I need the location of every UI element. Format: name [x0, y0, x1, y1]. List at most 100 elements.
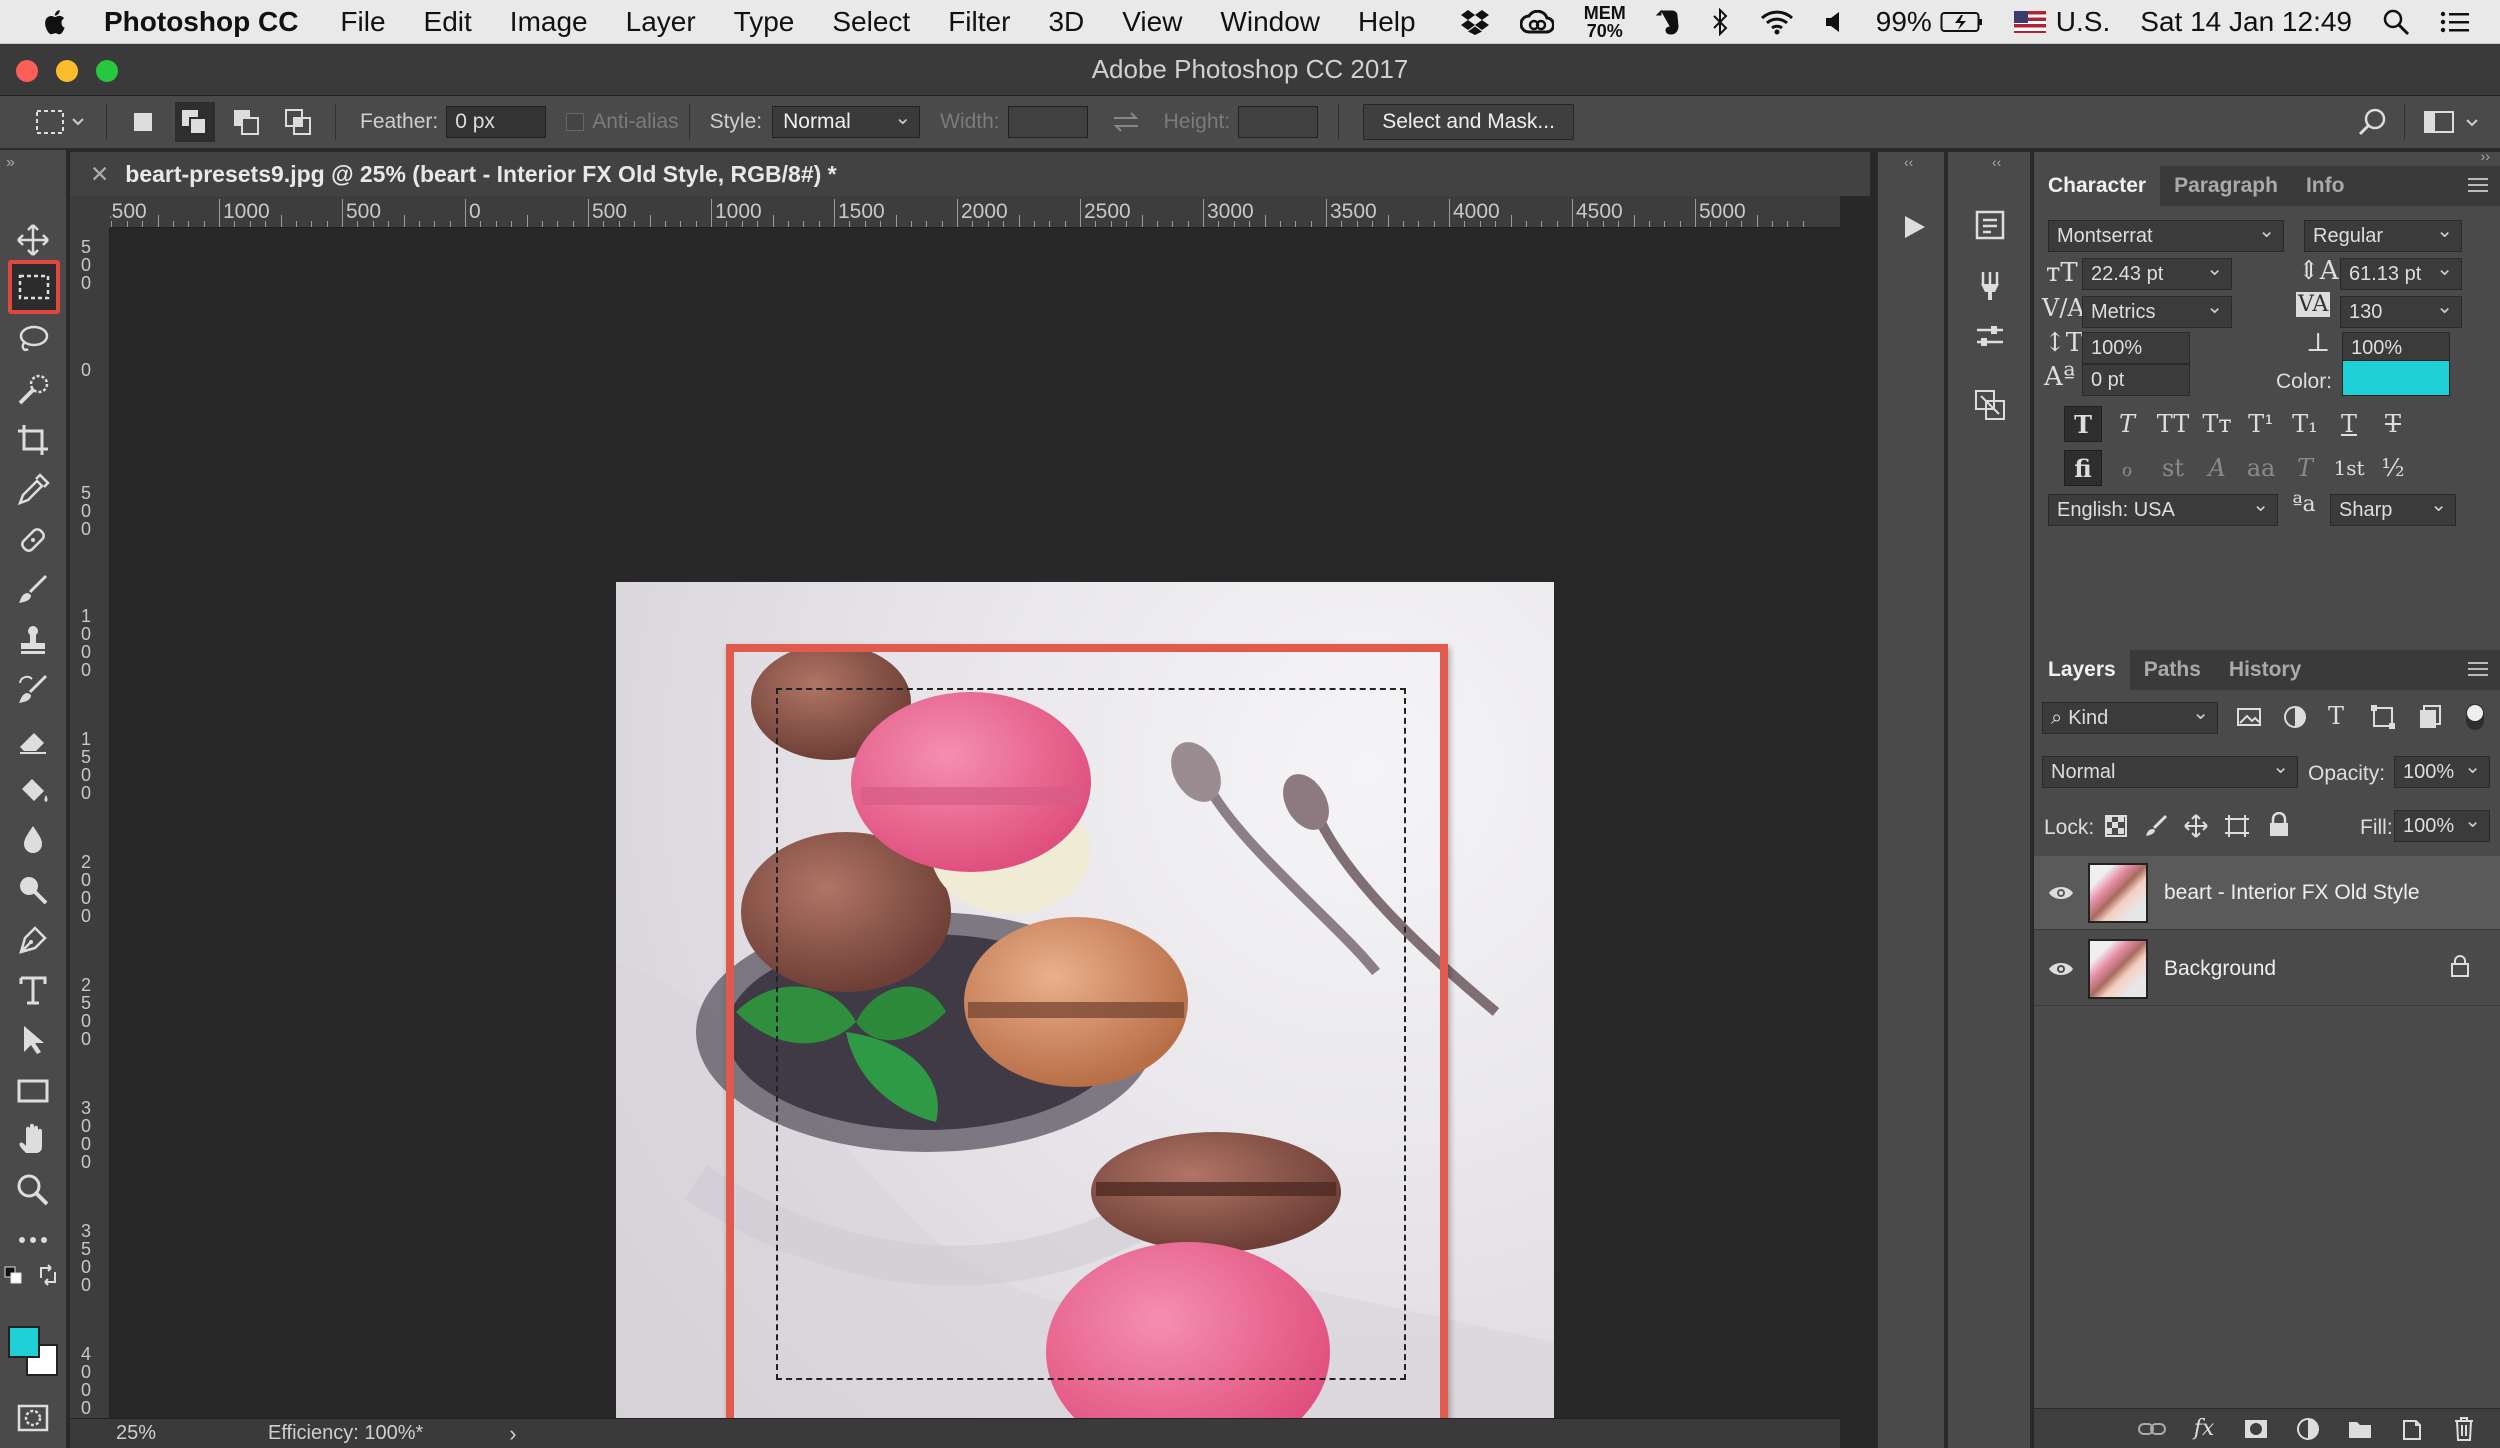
menu-image[interactable]: Image [510, 6, 588, 38]
menu-help[interactable]: Help [1358, 6, 1416, 38]
underline-button[interactable]: T [2330, 406, 2368, 442]
swap-colors-icon[interactable] [36, 1264, 60, 1286]
tab-info[interactable]: Info [2292, 166, 2358, 206]
fill-input[interactable]: 100% [2394, 808, 2490, 842]
hand-tool-icon[interactable] [10, 1118, 56, 1162]
lock-position-icon[interactable] [2184, 814, 2208, 843]
memory-monitor[interactable]: MEM 70% [1584, 4, 1626, 40]
fractions-button[interactable]: ½ [2374, 450, 2412, 486]
evernote-icon[interactable] [1655, 8, 1682, 36]
rectangular-marquee-tool-icon[interactable] [8, 260, 60, 314]
anti-alias-method-dropdown[interactable]: Sharp [2330, 492, 2456, 526]
tab-paragraph[interactable]: Paragraph [2160, 166, 2292, 206]
libraries-icon[interactable] [1960, 200, 2020, 250]
strikethrough-button[interactable]: T [2374, 406, 2412, 442]
layer-row[interactable]: beart - Interior FX Old Style [2034, 856, 2500, 930]
layer-name[interactable]: Background [2164, 957, 2276, 981]
creative-cloud-icon[interactable] [1519, 10, 1554, 34]
dropbox-icon[interactable] [1460, 9, 1490, 35]
feather-input[interactable]: 0 px [446, 106, 547, 138]
filter-shape-icon[interactable] [2370, 704, 2396, 735]
filter-pixel-icon[interactable] [2236, 704, 2262, 735]
horizontal-ruler[interactable]: 1500100050005001000150020002500300035004… [110, 196, 1840, 228]
lasso-tool-icon[interactable] [10, 318, 56, 362]
history-brush-tool-icon[interactable] [10, 668, 56, 712]
eraser-tool-icon[interactable] [10, 718, 56, 762]
canvas-area[interactable] [110, 228, 1840, 1448]
height-input[interactable] [1238, 106, 1319, 138]
baseline-shift-input[interactable]: 0 pt [2082, 364, 2190, 396]
menu-filter[interactable]: Filter [948, 6, 1010, 38]
move-tool-icon[interactable] [10, 218, 56, 262]
opacity-input[interactable]: 100% [2394, 754, 2490, 788]
font-style-dropdown[interactable]: Regular [2304, 218, 2462, 252]
vertical-ruler[interactable]: 5 0 0 0 5 0 0 1 0 0 0 1 5 0 0 2 0 0 0 2 5 0 0 3… [70, 228, 110, 1418]
menu-window[interactable]: Window [1220, 6, 1320, 38]
tab-character[interactable]: Character [2034, 166, 2161, 206]
close-window-button[interactable] [16, 60, 38, 82]
menu-file[interactable]: File [340, 6, 385, 38]
intersect-selection-icon[interactable] [279, 102, 319, 142]
blur-tool-icon[interactable] [10, 818, 56, 862]
edit-toolbar-icon[interactable] [10, 1218, 56, 1262]
quick-mask-icon[interactable] [10, 1396, 56, 1440]
workspace-switcher-icon[interactable] [2418, 102, 2488, 142]
swash-button[interactable]: A [2198, 450, 2236, 486]
dodge-tool-icon[interactable] [10, 868, 56, 912]
delete-layer-icon[interactable] [2438, 1416, 2490, 1442]
status-menu-chevron-icon[interactable]: › [509, 1421, 516, 1447]
minimize-window-button[interactable] [56, 60, 78, 82]
stylistic-alternates-button[interactable]: aa [2242, 450, 2280, 486]
kerning-dropdown[interactable]: Metrics [2082, 294, 2232, 328]
new-layer-icon[interactable] [2386, 1417, 2438, 1441]
bluetooth-icon[interactable] [1712, 8, 1730, 36]
style-dropdown[interactable]: Normal [772, 105, 921, 138]
new-selection-icon[interactable] [123, 102, 163, 142]
app-name-menu[interactable]: Photoshop CC [104, 6, 298, 38]
spotlight-search-icon[interactable] [2382, 8, 2410, 36]
lock-artboard-icon[interactable] [2224, 814, 2250, 843]
select-and-mask-button[interactable]: Select and Mask... [1363, 104, 1574, 140]
layer-row[interactable]: Background [2034, 932, 2500, 1006]
small-caps-button[interactable]: Tт [2198, 406, 2236, 442]
tool-preset-picker[interactable] [30, 102, 90, 142]
discretionary-ligatures-button[interactable]: st [2154, 450, 2192, 486]
all-caps-button[interactable]: TT [2154, 406, 2192, 442]
document-tab[interactable]: ✕ beart-presets9.jpg @ 25% (beart - Inte… [70, 152, 1870, 196]
filter-smart-object-icon[interactable] [2416, 704, 2442, 735]
menu-layer[interactable]: Layer [626, 6, 696, 38]
battery-icon[interactable] [1940, 10, 1984, 34]
tab-layers[interactable]: Layers [2034, 650, 2130, 690]
quick-selection-tool-icon[interactable] [10, 368, 56, 412]
layer-lock-icon[interactable] [2450, 954, 2470, 984]
font-size-input[interactable]: 22.43 pt [2082, 256, 2232, 290]
layer-name[interactable]: beart - Interior FX Old Style [2164, 881, 2420, 905]
expand-dock-icon[interactable]: ‹‹ [1992, 154, 2001, 170]
document-image[interactable] [616, 582, 1554, 1448]
tab-paths[interactable]: Paths [2130, 650, 2215, 690]
brush-tool-icon[interactable] [10, 568, 56, 612]
lock-all-icon[interactable] [2268, 811, 2290, 843]
tracking-dropdown[interactable]: 130 [2340, 294, 2462, 328]
zoom-window-button[interactable] [96, 60, 118, 82]
ordinals-button[interactable]: 1st [2330, 450, 2368, 486]
blend-mode-dropdown[interactable]: Normal [2042, 754, 2298, 788]
link-layers-icon[interactable] [2126, 1420, 2178, 1438]
collapse-tools-icon[interactable]: » [6, 154, 15, 172]
default-colors-icon[interactable] [2, 1264, 24, 1286]
subtract-from-selection-icon[interactable] [227, 102, 267, 142]
input-source[interactable]: U.S. [2056, 6, 2110, 38]
volume-icon[interactable] [1824, 10, 1846, 34]
lock-pixels-icon[interactable] [2144, 814, 2168, 843]
foreground-color-swatch[interactable] [8, 1326, 40, 1358]
subscript-button[interactable]: T₁ [2286, 406, 2324, 442]
menu-edit[interactable]: Edit [424, 6, 472, 38]
language-dropdown[interactable]: English: USA [2048, 492, 2278, 526]
contextual-alternates-button[interactable]: ℴ [2108, 450, 2146, 486]
collapse-panels-icon[interactable]: ›› [2481, 148, 2490, 164]
superscript-button[interactable]: T¹ [2242, 406, 2280, 442]
wifi-icon[interactable] [1760, 9, 1794, 35]
pen-tool-icon[interactable] [10, 918, 56, 962]
new-adjustment-layer-icon[interactable] [2282, 1417, 2334, 1441]
clock[interactable]: Sat 14 Jan 12:49 [2140, 6, 2352, 38]
